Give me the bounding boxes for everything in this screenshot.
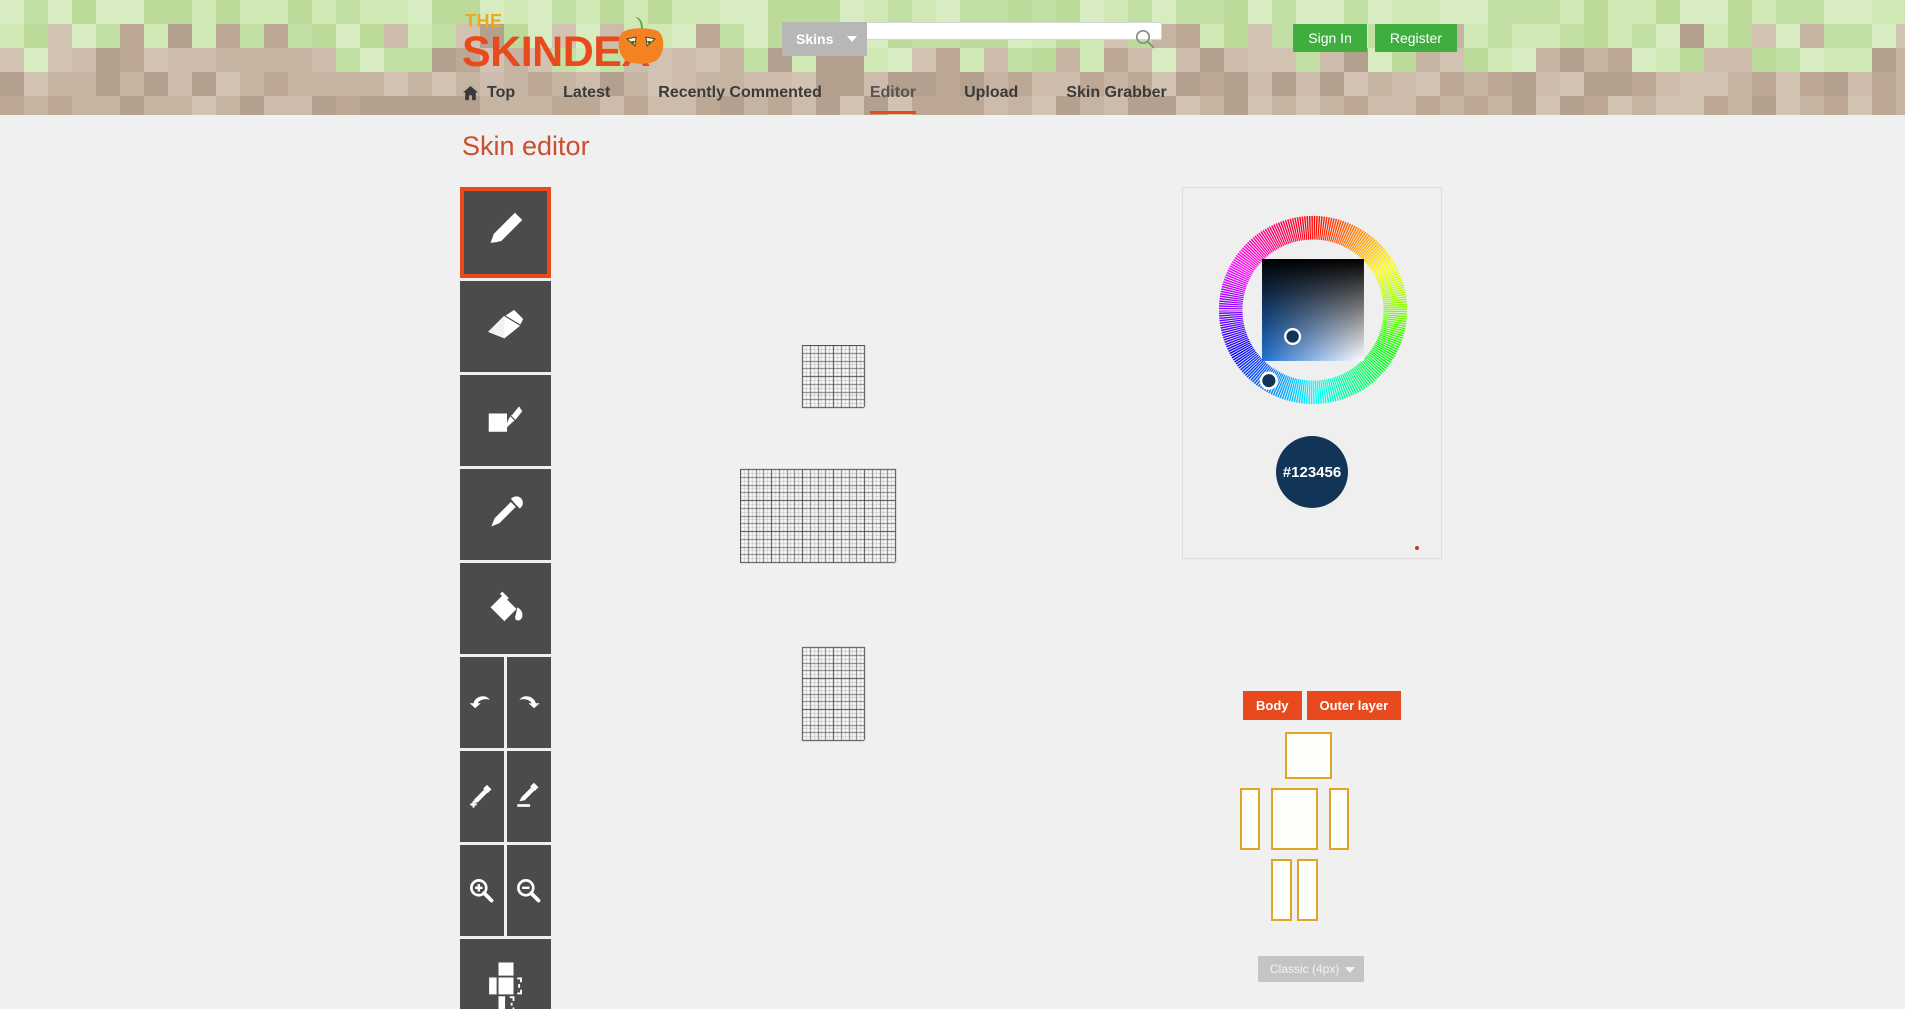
skin-pixel-canvas[interactable]: [740, 345, 988, 833]
undo-arrow-icon: [469, 695, 490, 708]
search-button[interactable]: [1134, 28, 1156, 50]
body-parts-tool[interactable]: [460, 939, 551, 1009]
pencil-icon: [490, 212, 522, 243]
nav-item-editor[interactable]: Editor: [869, 74, 917, 114]
skin-model-icon: [488, 962, 522, 1009]
tool-row: [460, 845, 551, 936]
lighten-tool[interactable]: [460, 751, 504, 842]
hex-value-label: #123456: [1282, 463, 1342, 481]
search-input[interactable]: [867, 22, 1163, 40]
left-leg-part[interactable]: [1271, 859, 1292, 921]
search-bar: Skins: [782, 22, 1163, 56]
pumpkin-icon: [618, 17, 664, 64]
nav-item-skin-grabber[interactable]: Skin Grabber: [1066, 74, 1166, 114]
chevron-down-icon: [847, 36, 858, 42]
left-arm-part[interactable]: [1240, 788, 1260, 850]
eraser-icon: [487, 307, 525, 338]
page-title: Skin editor: [462, 131, 590, 161]
nav-item-label: Latest: [563, 84, 611, 101]
nav-item-label: Editor: [869, 84, 917, 101]
right-arm-part[interactable]: [1329, 788, 1349, 850]
bucket-fill-tool[interactable]: [460, 563, 551, 654]
main-navigation: Top Latest Recently Commented Editor Upload S…: [0, 73, 1905, 115]
nav-item-label: Top: [487, 84, 516, 101]
nav-item-label: Skin Grabber: [1066, 84, 1167, 101]
body-layer-button[interactable]: Body: [1243, 691, 1302, 720]
search-category-label: Skins: [796, 31, 834, 47]
paint-bucket-icon: [488, 591, 522, 623]
eyedropper-icon: [490, 495, 523, 526]
search-category-dropdown[interactable]: Skins: [782, 22, 868, 56]
redo-arrow-icon: [519, 695, 540, 708]
model-type-select[interactable]: Classic (4px)Slim (3px): [1258, 956, 1364, 982]
home-icon: [462, 85, 479, 100]
nav-item-upload[interactable]: Upload: [964, 74, 1018, 114]
page-body: Skin editor #123456 Body Outer layer Cla…: [0, 115, 1905, 1009]
zoom-in-button[interactable]: [460, 845, 504, 936]
skin-canvas-area: [740, 345, 988, 838]
auth-buttons: Sign In Register: [1293, 24, 1457, 52]
head-part[interactable]: [1285, 732, 1332, 779]
color-wheel[interactable]: [1215, 212, 1411, 408]
zoom-in-icon: [470, 878, 494, 902]
nav-item-latest[interactable]: Latest: [563, 74, 610, 114]
register-button[interactable]: Register: [1374, 24, 1457, 52]
brush-tool[interactable]: [460, 375, 551, 466]
sign-in-button[interactable]: Sign In: [1293, 24, 1367, 52]
darken-tool[interactable]: [507, 751, 551, 842]
darken-icon: [517, 782, 539, 807]
layer-toggle-buttons: Body Outer layer: [1243, 691, 1402, 720]
nav-item-label: Upload: [964, 84, 1019, 101]
pencil-tool[interactable]: [460, 187, 551, 278]
search-icon: [1136, 29, 1156, 49]
editor-toolbar: [460, 187, 551, 1009]
body-part-selector: [1240, 732, 1430, 927]
lighten-icon: [470, 784, 492, 808]
nav-item-recently-commented[interactable]: Recently Commented: [658, 74, 822, 114]
tool-row: [460, 751, 551, 842]
outer-layer-button[interactable]: Outer layer: [1306, 691, 1402, 720]
nav-item-label: Recently Commented: [658, 84, 822, 101]
color-picker-panel: #123456: [1182, 187, 1442, 559]
torso-part[interactable]: [1271, 788, 1318, 850]
zoom-out-icon: [517, 878, 541, 902]
selected-color-swatch[interactable]: #123456: [1276, 436, 1348, 508]
zoom-out-button[interactable]: [507, 845, 551, 936]
eyedropper-tool[interactable]: [460, 469, 551, 560]
eraser-tool[interactable]: [460, 281, 551, 372]
picker-indicator-dot: [1415, 546, 1419, 550]
right-leg-part[interactable]: [1297, 859, 1318, 921]
nav-item-top[interactable]: Top: [462, 74, 515, 114]
brush-icon: [487, 405, 522, 433]
undo-button[interactable]: [460, 657, 504, 748]
redo-button[interactable]: [507, 657, 551, 748]
tool-row: [460, 657, 551, 748]
site-banner: THE SKINDEX Skins Sign In Register Top L…: [0, 0, 1905, 115]
